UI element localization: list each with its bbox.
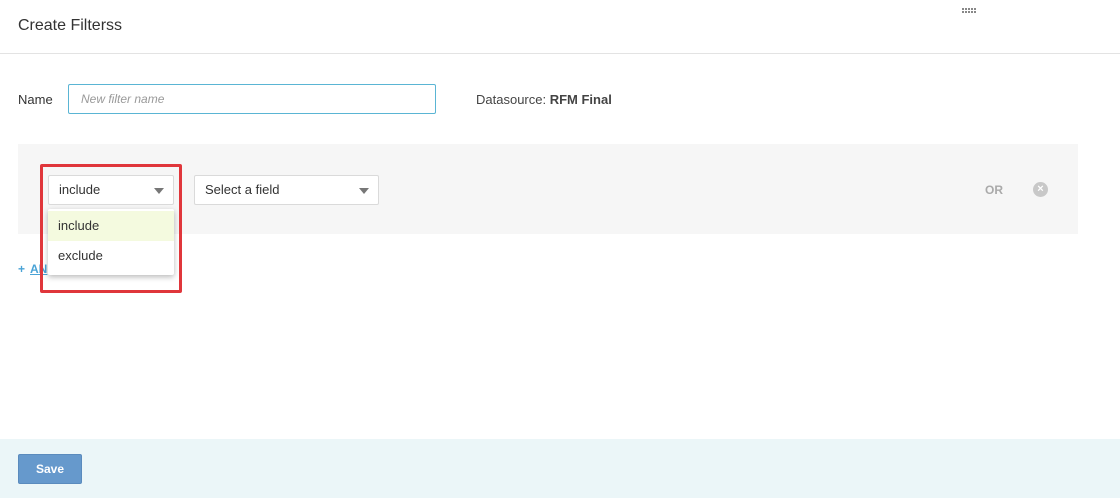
page-title: Create Filterss [18, 17, 123, 34]
save-button[interactable]: Save [18, 454, 82, 484]
include-exclude-select[interactable]: include [48, 175, 174, 205]
plus-icon: + [18, 262, 26, 276]
name-label: Name [18, 92, 53, 107]
chevron-down-icon [154, 188, 164, 194]
datasource-value: RFM Final [549, 92, 612, 107]
add-condition-label: AN [30, 262, 48, 276]
chevron-down-icon [359, 188, 369, 194]
filter-name-input[interactable] [68, 84, 436, 114]
create-filter-page: Create Filterss Name Datasource: RFM Fin… [0, 0, 1120, 498]
page-header: Create Filterss [0, 0, 1120, 54]
include-exclude-value: include [59, 182, 101, 197]
dropdown-option-exclude[interactable]: exclude [48, 241, 174, 271]
datasource-info: Datasource: RFM Final [476, 92, 612, 107]
page-footer [0, 439, 1120, 498]
remove-condition-icon[interactable]: × [1033, 182, 1048, 197]
include-exclude-dropdown: include exclude [48, 209, 174, 275]
datasource-label: Datasource: [476, 92, 547, 107]
filter-condition-block [18, 144, 1078, 234]
field-select[interactable]: Select a field [194, 175, 379, 205]
dropdown-option-include[interactable]: include [48, 211, 174, 241]
or-button[interactable]: OR [985, 183, 1003, 197]
add-condition-link[interactable]: + AN [18, 262, 47, 276]
drag-handle-icon[interactable] [962, 8, 976, 15]
field-select-value: Select a field [205, 182, 280, 197]
